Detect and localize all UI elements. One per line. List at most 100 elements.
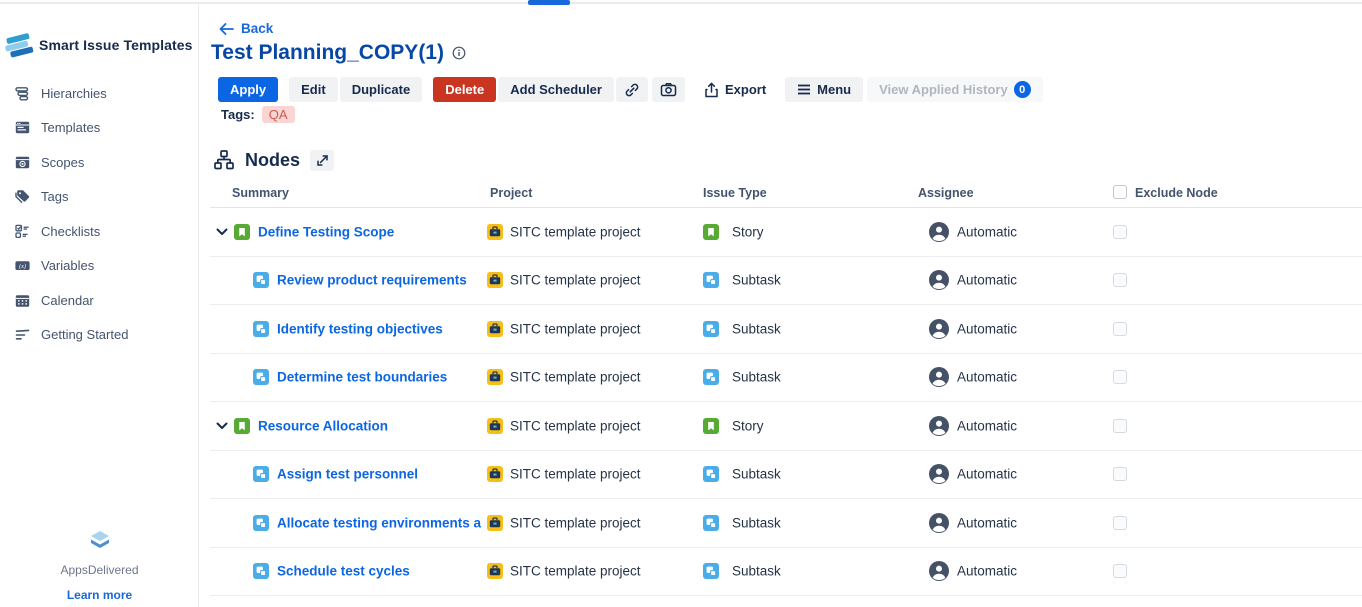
expand-nodes-button[interactable]: [310, 150, 334, 171]
app-logo-icon: [4, 30, 34, 60]
summary-issue-type-icon: [234, 224, 250, 240]
sidebar-item-tags[interactable]: Tags: [0, 180, 199, 215]
nodes-table: Summary Project Issue Type Assignee Excl…: [210, 184, 1362, 596]
table-row: Resource Allocation SITC template projec…: [210, 402, 1362, 451]
menu-button[interactable]: Menu: [785, 77, 863, 102]
project-avatar-icon: [487, 515, 503, 531]
sidebar-item-hierarchies[interactable]: Hierarchies: [0, 76, 199, 111]
subtask-icon: [253, 272, 269, 288]
assignee-label: Automatic: [957, 224, 1017, 239]
apply-button[interactable]: Apply: [218, 77, 278, 102]
project-label: SITC template project: [510, 370, 641, 385]
subtask-icon: [703, 321, 719, 337]
summary-issue-type-icon: [253, 369, 269, 385]
assignee-avatar: [929, 367, 949, 387]
sidebar-item-checklists[interactable]: Checklists: [0, 214, 199, 249]
summary-issue-type-icon: [253, 272, 269, 288]
exclude-node-checkbox[interactable]: [1113, 419, 1127, 433]
exclude-node-checkbox[interactable]: [1113, 370, 1127, 384]
export-button[interactable]: Export: [692, 77, 778, 102]
app-window: Smart Issue Templates Hierarchies: [0, 0, 1362, 607]
nodes-section-header: Nodes: [213, 149, 334, 171]
project-avatar-icon: [487, 369, 503, 385]
project-avatar-icon: [487, 418, 503, 434]
exclude-node-checkbox[interactable]: [1113, 516, 1127, 530]
assignee-avatar: [929, 319, 949, 339]
app-title: Smart Issue Templates: [39, 37, 193, 53]
exclude-node-checkbox[interactable]: [1113, 273, 1127, 287]
story-icon: [703, 224, 719, 240]
issue-type-icon: [703, 563, 719, 579]
assignee-label: Automatic: [957, 564, 1017, 579]
add-scheduler-button[interactable]: Add Scheduler: [498, 77, 614, 102]
export-icon: [704, 82, 719, 98]
project-avatar-icon: [487, 272, 503, 288]
tags-row: Tags: QA: [221, 106, 295, 123]
screenshot-button[interactable]: [652, 77, 685, 102]
page-title-row: Test Planning_COPY(1): [211, 41, 466, 65]
edit-button[interactable]: Edit: [289, 77, 338, 102]
sidebar-item-getting-started[interactable]: Getting Started: [0, 318, 199, 353]
assignee-label: Automatic: [957, 467, 1017, 482]
back-label: Back: [241, 21, 273, 36]
issue-type-icon: [703, 224, 719, 240]
subtask-icon: [253, 321, 269, 337]
exclude-node-checkbox[interactable]: [1113, 467, 1127, 481]
subtask-icon: [253, 369, 269, 385]
sidebar-item-label: Templates: [41, 120, 100, 135]
tag-chip[interactable]: QA: [262, 106, 295, 123]
summary-link[interactable]: Schedule test cycles: [277, 564, 410, 579]
issue-type-icon: [703, 515, 719, 531]
chevron-down-icon[interactable]: [216, 422, 228, 430]
exclude-node-checkbox[interactable]: [1113, 322, 1127, 336]
assignee-avatar: [929, 513, 949, 533]
assignee-label: Automatic: [957, 370, 1017, 385]
chevron-down-icon[interactable]: [216, 228, 228, 236]
summary-link[interactable]: Determine test boundaries: [277, 370, 447, 385]
issue-type-label: Subtask: [732, 273, 781, 288]
project-label: SITC template project: [510, 224, 641, 239]
subtask-icon: [253, 466, 269, 482]
sidebar-item-templates[interactable]: Templates: [0, 111, 199, 146]
summary-link[interactable]: Resource Allocation: [258, 418, 388, 433]
exclude-node-checkbox[interactable]: [1113, 225, 1127, 239]
sidebar-item-variables[interactable]: (x) Variables: [0, 249, 199, 284]
duplicate-button[interactable]: Duplicate: [340, 77, 423, 102]
sidebar-nav: Hierarchies Templates: [0, 76, 199, 352]
column-header-issue-type: Issue Type: [703, 186, 767, 200]
view-applied-history-button[interactable]: View Applied History 0: [867, 77, 1043, 102]
hamburger-menu-icon: [797, 84, 811, 95]
table-row: Allocate testing environments a SITC tem…: [210, 499, 1362, 548]
summary-link[interactable]: Review product requirements: [277, 273, 467, 288]
summary-link[interactable]: Allocate testing environments a: [277, 515, 481, 530]
subtask-icon: [703, 466, 719, 482]
assignee-label: Automatic: [957, 515, 1017, 530]
checklists-icon: [14, 223, 31, 240]
summary-link[interactable]: Define Testing Scope: [258, 224, 394, 239]
page-title: Test Planning_COPY(1): [211, 41, 444, 65]
sidebar-item-scopes[interactable]: Scopes: [0, 145, 199, 180]
issue-type-icon: [703, 418, 719, 434]
summary-issue-type-icon: [253, 515, 269, 531]
top-scrollbar-thumb[interactable]: [528, 0, 570, 5]
issue-type-label: Subtask: [732, 370, 781, 385]
exclude-node-checkbox[interactable]: [1113, 564, 1127, 578]
summary-link[interactable]: Assign test personnel: [277, 467, 418, 482]
tags-label: Tags:: [221, 107, 255, 122]
applied-history-count-badge: 0: [1014, 81, 1031, 98]
summary-issue-type-icon: [253, 563, 269, 579]
summary-link[interactable]: Identify testing objectives: [277, 321, 443, 336]
delete-button[interactable]: Delete: [433, 77, 496, 102]
exclude-all-checkbox[interactable]: [1113, 185, 1127, 199]
copy-link-button[interactable]: [616, 77, 648, 102]
issue-type-label: Subtask: [732, 467, 781, 482]
learn-more-link[interactable]: Learn more: [0, 588, 199, 602]
info-icon[interactable]: [452, 46, 466, 60]
column-header-project: Project: [490, 186, 532, 200]
sidebar-item-calendar[interactable]: Calendar: [0, 283, 199, 318]
tags-icon: [14, 188, 31, 205]
project-label: SITC template project: [510, 564, 641, 579]
appsdelivered-logo-icon: [88, 530, 112, 552]
back-link[interactable]: Back: [219, 21, 273, 36]
sidebar-item-label: Calendar: [41, 293, 94, 308]
